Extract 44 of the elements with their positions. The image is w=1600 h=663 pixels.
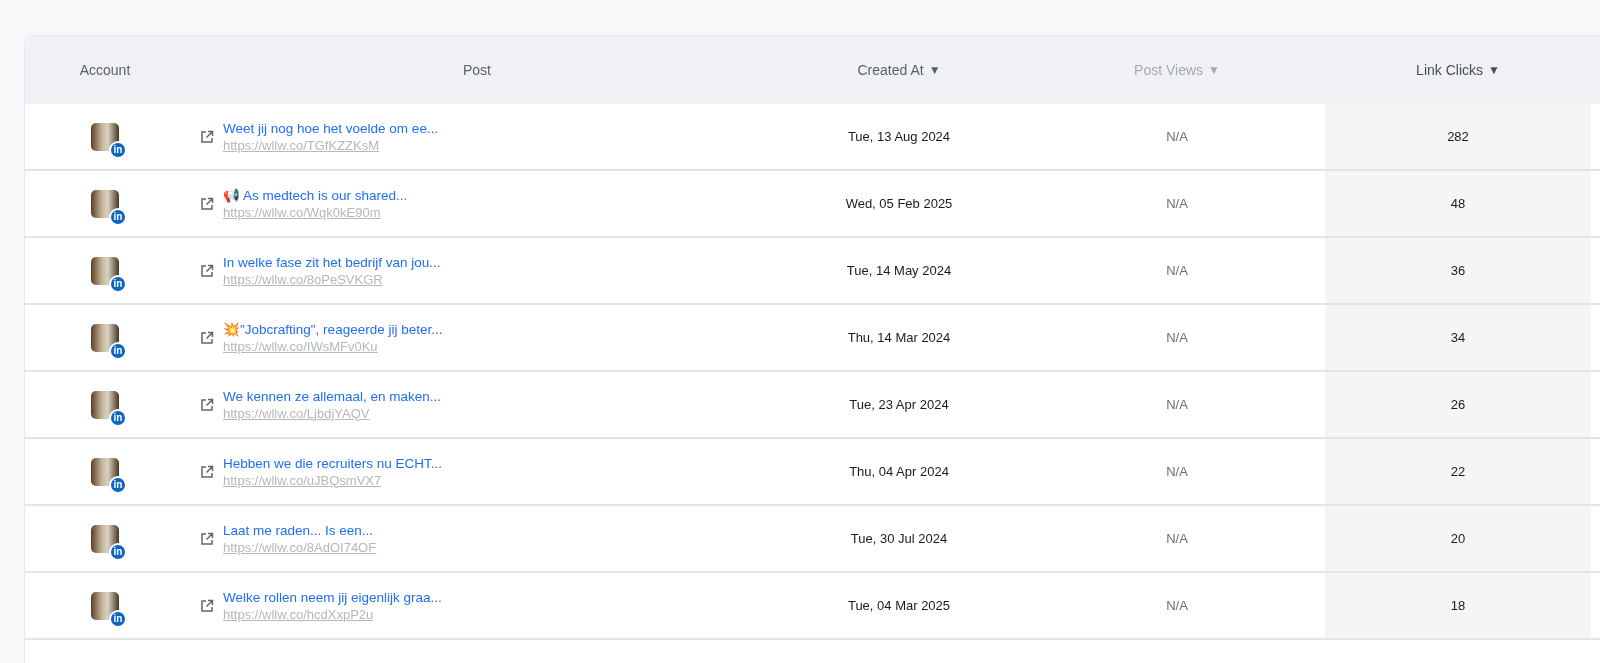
external-link-icon[interactable] (200, 598, 214, 613)
created-date: Tue, 30 Jul 2024 (769, 506, 1029, 573)
post-title-link[interactable]: 💥"Jobcrafting", reageerde jij beter... (223, 321, 443, 337)
created-date: Tue, 13 Aug 2024 (769, 104, 1029, 171)
network-badge: in (109, 140, 127, 159)
column-header[interactable]: Link Clicks ▼ (1325, 36, 1591, 104)
network-badge: in (109, 408, 127, 427)
external-link-icon[interactable] (200, 129, 214, 144)
column-header[interactable]: Account (25, 36, 185, 104)
clicks-cell: 36 (1325, 238, 1591, 305)
created-date: Wed, 05 Feb 2025 (769, 171, 1029, 238)
post-title-link[interactable]: We kennen ze allemaal, en maken... (223, 388, 442, 404)
post-title-link[interactable]: Welke rollen neem jij eigenlijk graa... (223, 589, 442, 605)
column-header[interactable]: Created At ▼ (769, 36, 1029, 104)
post-title-link[interactable]: Weet jij nog hoe het voelde om ee... (223, 120, 439, 136)
post-title-link[interactable]: Hebben we die recruiters nu ECHT... (223, 455, 443, 471)
post-title-link[interactable]: Laat me raden... Is een... (223, 522, 377, 538)
clicks-cell: 48 (1325, 171, 1591, 238)
network-badge: in (109, 207, 127, 226)
external-link-icon[interactable] (200, 196, 214, 211)
network-badge: in (109, 475, 127, 494)
column-header[interactable]: Post (185, 36, 769, 104)
clicks-cell: 34 (1325, 305, 1591, 372)
network-badge: in (109, 609, 127, 628)
clicks-cell: 20 (1325, 506, 1591, 573)
created-date: Thu, 04 Apr 2024 (769, 439, 1029, 506)
external-link-icon[interactable] (200, 464, 214, 479)
external-link-icon[interactable] (200, 263, 214, 278)
created-date: Tue, 14 May 2024 (769, 238, 1029, 305)
clicks-cell: 26 (1325, 372, 1591, 439)
clicks-cell: 22 (1325, 439, 1591, 506)
external-link-icon[interactable] (200, 531, 214, 546)
external-link-icon[interactable] (200, 397, 214, 412)
created-date: Thu, 14 Mar 2024 (769, 305, 1029, 372)
clicks-cell: 282 (1325, 104, 1591, 171)
network-badge: in (109, 542, 127, 561)
network-badge: in (109, 341, 127, 360)
network-badge: in (109, 274, 127, 293)
created-date: Tue, 04 Mar 2025 (769, 573, 1029, 640)
clicks-cell: 18 (1325, 573, 1591, 640)
post-title-link[interactable]: In welke fase zit het bedrijf van jou... (223, 254, 441, 270)
external-link-icon[interactable] (200, 330, 214, 345)
post-title-link[interactable]: 📢 As medtech is our shared... (223, 187, 408, 203)
created-date: Tue, 23 Apr 2024 (769, 372, 1029, 439)
